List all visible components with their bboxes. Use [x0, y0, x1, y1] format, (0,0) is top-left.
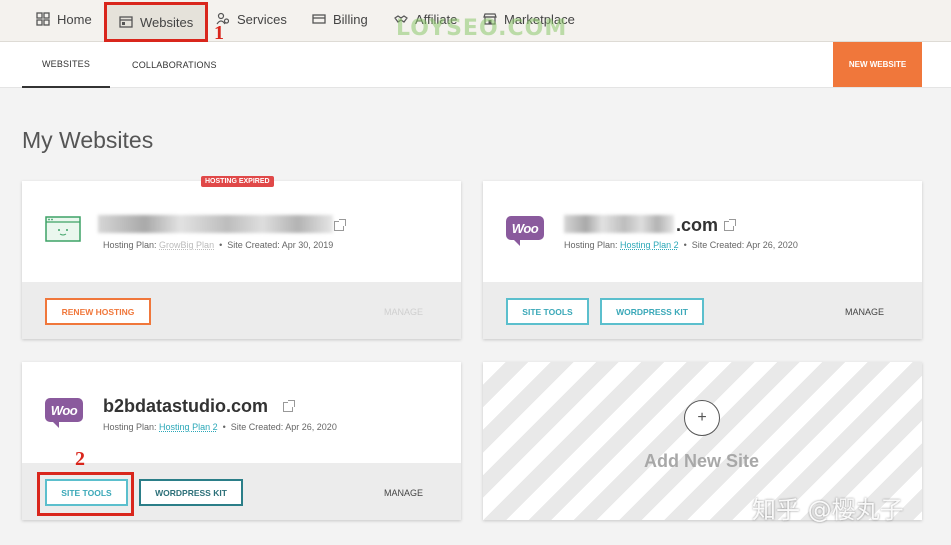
- nav-billing[interactable]: Billing: [312, 0, 368, 38]
- woocommerce-logo-icon: Woo: [45, 398, 83, 428]
- annotation-step-2: 2: [75, 448, 85, 470]
- tab-collaborations[interactable]: COLLABORATIONS: [132, 42, 217, 88]
- wordpress-kit-button[interactable]: WORDPRESS KIT: [139, 479, 243, 506]
- watermark-loyseo: LOYSEO.COM: [396, 16, 568, 41]
- external-link-icon[interactable]: [283, 400, 295, 412]
- manage-link[interactable]: MANAGE: [845, 307, 884, 317]
- nav-services-label: Services: [237, 11, 287, 27]
- new-website-button[interactable]: NEW WEBSITE: [833, 42, 922, 87]
- wordpress-kit-button[interactable]: WORDPRESS KIT: [600, 298, 704, 325]
- site-name[interactable]: .com: [676, 215, 718, 236]
- nav-websites-label: Websites: [140, 14, 194, 30]
- hosting-expired-badge: HOSTING EXPIRED: [201, 176, 274, 187]
- card-icon: [312, 14, 326, 24]
- grid-icon: [36, 12, 50, 26]
- website-thumbnail-icon: [45, 216, 81, 242]
- sub-tab-bar: WEBSITES COLLABORATIONS: [0, 42, 951, 88]
- zhihu-watermark: 知乎 @樱丸子: [752, 496, 904, 524]
- blurred-site-name: [98, 215, 333, 233]
- nav-home[interactable]: Home: [36, 0, 92, 38]
- nav-services[interactable]: Services: [216, 0, 287, 38]
- site-meta: Hosting Plan: GrowBig Plan • Site Create…: [103, 240, 334, 250]
- tab-websites[interactable]: WEBSITES: [22, 42, 110, 88]
- plus-icon[interactable]: +: [684, 400, 720, 436]
- page-title: My Websites: [22, 127, 154, 153]
- manage-link-disabled: MANAGE: [384, 307, 424, 317]
- external-link-icon[interactable]: [334, 219, 346, 231]
- nav-websites[interactable]: Websites: [104, 2, 208, 42]
- site-tools-button[interactable]: SITE TOOLS: [506, 298, 589, 325]
- nav-billing-label: Billing: [333, 11, 368, 27]
- browser-icon: [119, 16, 133, 28]
- external-link-icon[interactable]: [724, 219, 736, 231]
- site-meta: Hosting Plan: Hosting Plan 2 • Site Crea…: [103, 422, 337, 432]
- add-new-site-label[interactable]: Add New Site: [644, 451, 759, 472]
- site-name[interactable]: b2bdatastudio.com: [103, 396, 268, 417]
- woocommerce-logo-icon: Woo: [506, 216, 544, 246]
- renew-hosting-button[interactable]: RENEW HOSTING: [45, 298, 151, 325]
- blurred-site-name: [564, 215, 674, 233]
- site-meta: Hosting Plan: Hosting Plan 2 • Site Crea…: [564, 240, 798, 250]
- site-tools-button[interactable]: SITE TOOLS: [45, 479, 128, 506]
- nav-home-label: Home: [57, 11, 92, 27]
- manage-link[interactable]: MANAGE: [384, 488, 423, 498]
